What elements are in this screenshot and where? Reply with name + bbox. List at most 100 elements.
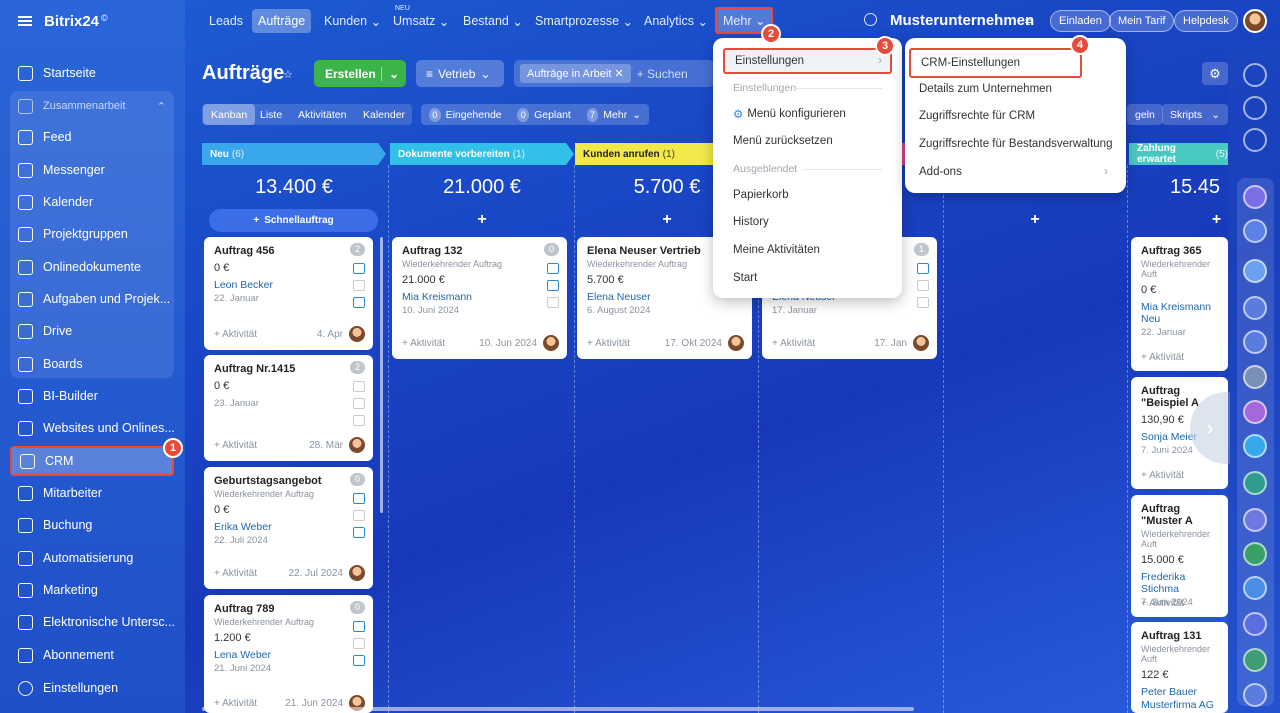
more-counter[interactable]: Mehr: [603, 109, 627, 121]
deal-card[interactable]: Auftrag 456 2 0 € Leon Becker 22. Januar …: [204, 237, 373, 350]
horizontal-scrollbar[interactable]: [202, 707, 914, 711]
user-avatar[interactable]: [1243, 9, 1267, 33]
pipeline-select[interactable]: ≡ Vetrieb ⌄: [416, 60, 504, 87]
gear-icon[interactable]: ⚙: [1202, 62, 1228, 85]
chat-icon[interactable]: [353, 655, 365, 666]
deal-card[interactable]: Auftrag 789 0 Wiederkehrender Auftrag 1.2…: [204, 595, 373, 713]
stage-header[interactable]: Zahlung erwartet (5): [1129, 143, 1228, 165]
chat-icon[interactable]: [917, 297, 929, 308]
nav-customers[interactable]: Kunden ⌄: [318, 9, 387, 33]
menu-item-start[interactable]: Start: [723, 265, 892, 291]
sidebar-item-boards[interactable]: Boards: [10, 349, 174, 379]
stage-header[interactable]: Neu (6): [202, 143, 386, 165]
chat-search-icon[interactable]: [1243, 128, 1267, 152]
chat-icon[interactable]: [547, 297, 559, 308]
chat-icon[interactable]: [1243, 434, 1267, 458]
helpdesk-button[interactable]: Helpdesk: [1174, 10, 1238, 32]
nav-deals[interactable]: Aufträge: [252, 9, 312, 33]
sidebar-item-automation[interactable]: Automatisierung: [10, 543, 174, 573]
copilot-icon[interactable]: [1243, 96, 1267, 120]
mail-icon[interactable]: [917, 280, 929, 291]
sidebar-item-esign[interactable]: Elektronische Untersc...: [10, 607, 174, 637]
sidebar-item-settings[interactable]: Einstellungen: [10, 673, 174, 703]
deal-card[interactable]: Geburtstagsangebot 0 Wiederkehrender Auft…: [204, 467, 373, 589]
task-icon[interactable]: [1243, 508, 1267, 532]
invite-button[interactable]: Einladen: [1050, 10, 1111, 32]
planned-counter[interactable]: Geplant: [534, 109, 571, 121]
phone-icon[interactable]: [353, 621, 365, 632]
menu-item-reset[interactable]: Menü zurücksetzen: [723, 128, 892, 154]
pin-icon[interactable]: ☆: [283, 68, 293, 81]
copilot-icon[interactable]: [1243, 683, 1267, 707]
lock-icon[interactable]: [1243, 612, 1267, 636]
menu-item-addons[interactable]: Add-ons ›: [909, 159, 1116, 185]
incoming-counter[interactable]: Eingehende: [446, 109, 502, 121]
nav-leads[interactable]: Leads: [203, 9, 249, 33]
phone-icon[interactable]: [353, 493, 365, 504]
mail-icon[interactable]: [547, 280, 559, 291]
tab-activities[interactable]: Aktivitäten: [290, 104, 354, 125]
user-initial-icon[interactable]: [1243, 542, 1267, 566]
column-scrollbar[interactable]: [380, 237, 383, 513]
mail-icon[interactable]: [353, 510, 365, 521]
sidebar-item-bi[interactable]: BI-Builder: [10, 381, 174, 411]
group-icon[interactable]: [1243, 259, 1267, 283]
filter-chip[interactable]: Aufträge in Arbeit ✕: [520, 64, 631, 83]
mail-icon[interactable]: [353, 638, 365, 649]
deal-card[interactable]: Auftrag "Muster A Wiederkehrender Auft 1…: [1131, 495, 1228, 617]
group-icon[interactable]: [1243, 576, 1267, 600]
add-deal-button[interactable]: +: [945, 211, 1125, 229]
sidebar-item-docs[interactable]: Onlinedokumente: [10, 252, 174, 282]
task-icon[interactable]: [1243, 648, 1267, 672]
nav-sales[interactable]: Umsatz ⌄: [387, 9, 455, 33]
sidebar-item-messenger[interactable]: Messenger: [10, 155, 174, 185]
create-button[interactable]: Erstellen ⌄: [314, 60, 406, 87]
stage-header[interactable]: Dokumente vorbereiten (1): [390, 143, 574, 165]
sidebar-item-tasks[interactable]: Aufgaben und Projek...: [10, 284, 174, 314]
sidebar-item-home[interactable]: Startseite: [10, 58, 174, 88]
mail-icon[interactable]: [353, 398, 365, 409]
rules-button[interactable]: geln: [1127, 104, 1163, 125]
menu-item-crm-access[interactable]: Zugriffsrechte für CRM: [909, 103, 1116, 129]
user-initial-icon[interactable]: [1243, 471, 1267, 495]
sidebar-item-booking[interactable]: Buchung: [10, 510, 174, 540]
scripts-button[interactable]: Skripts ⌄: [1162, 104, 1228, 125]
deal-card[interactable]: Auftrag 132 0 Wiederkehrender Auftrag 21.…: [392, 237, 567, 359]
copilot-icon[interactable]: [1243, 296, 1267, 320]
nav-smart[interactable]: Smartprozesse ⌄: [529, 9, 639, 33]
sidebar-item-sites[interactable]: Websites und Onlines...: [10, 413, 174, 443]
chevron-down-icon[interactable]: ⌄: [380, 66, 406, 81]
sidebar-item-drive[interactable]: Drive: [10, 316, 174, 346]
tariff-button[interactable]: Mein Tarif: [1109, 10, 1175, 32]
sidebar-item-feed[interactable]: Feed: [10, 122, 174, 152]
phone-icon[interactable]: [917, 263, 929, 274]
chat-icon[interactable]: [353, 527, 365, 538]
copilot-icon[interactable]: [1243, 330, 1267, 354]
sidebar-item-collab[interactable]: Zusammenarbeit ⌃: [10, 91, 174, 121]
bell-icon[interactable]: [1243, 63, 1267, 87]
sidebar-item-employees[interactable]: Mitarbeiter: [10, 478, 174, 508]
menu-item-configure[interactable]: ⚙ Menü konfigurieren: [723, 101, 892, 127]
menu-item-my-activities[interactable]: Meine Aktivitäten: [723, 237, 892, 263]
deal-card[interactable]: Auftrag 365 Wiederkehrender Auft 0 € Mia…: [1131, 237, 1228, 371]
avatar[interactable]: [1243, 219, 1267, 243]
menu-item-trash[interactable]: Papierkorb: [723, 182, 892, 208]
chat-icon[interactable]: [353, 415, 365, 426]
add-deal-button[interactable]: +: [390, 211, 574, 229]
sidebar-item-marketing[interactable]: Marketing: [10, 575, 174, 605]
nav-inventory[interactable]: Bestand ⌄: [457, 9, 529, 33]
phone-icon[interactable]: [353, 263, 365, 274]
phone-icon[interactable]: [353, 381, 365, 392]
menu-item-settings[interactable]: Einstellungen ›: [723, 48, 892, 74]
sidebar-item-calendar[interactable]: Kalender: [10, 187, 174, 217]
deal-card[interactable]: Auftrag 131 Wiederkehrender Auft 122 € P…: [1131, 622, 1228, 713]
tab-calendar[interactable]: Kalender: [355, 104, 413, 125]
sidebar-item-groups[interactable]: Projektgruppen: [10, 219, 174, 249]
menu-item-inventory-access[interactable]: Zugriffsrechte für Bestandsverwaltung: [909, 131, 1116, 157]
switch-icon[interactable]: ≑: [1024, 14, 1034, 28]
tab-list[interactable]: Liste: [252, 104, 290, 125]
company-name[interactable]: Musterunternehmen: [890, 12, 1034, 29]
menu-item-history[interactable]: History: [723, 209, 892, 235]
menu-icon[interactable]: [18, 16, 32, 26]
mail-icon[interactable]: [353, 280, 365, 291]
